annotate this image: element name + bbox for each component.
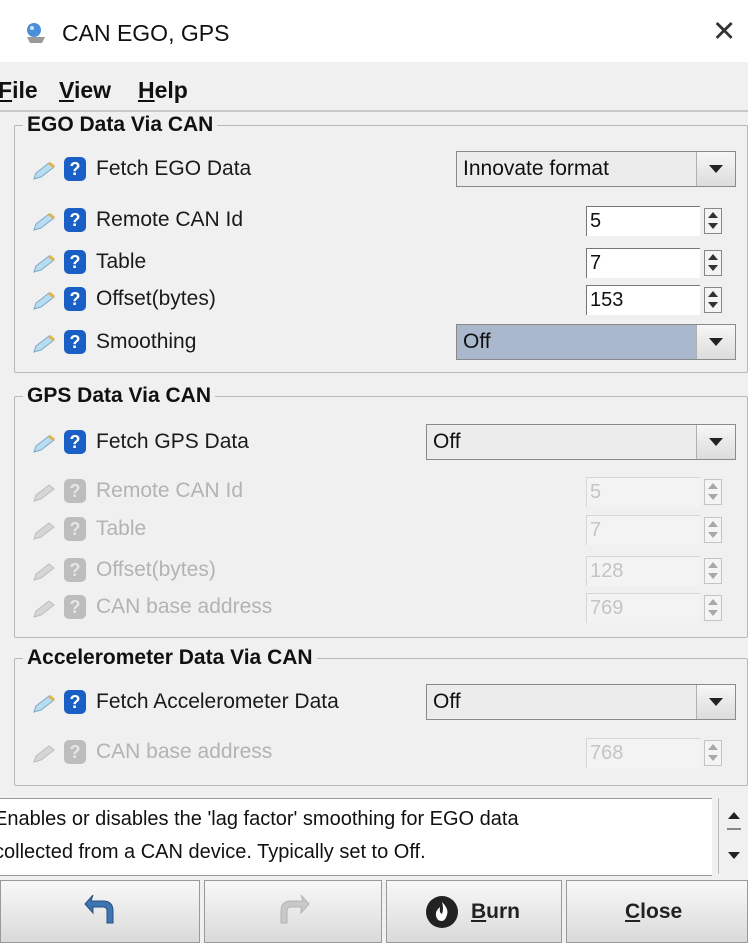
window-title: CAN EGO, GPS [62,20,230,46]
smoothing-select[interactable]: Off [456,324,736,360]
edit-icon[interactable] [32,291,56,311]
table-label: Table [96,250,147,273]
gps-remote-can-id-label: Remote CAN Id [96,479,244,502]
close-button[interactable]: Close [566,880,748,943]
help-icon[interactable]: ? [64,690,86,714]
ego-group-title: EGO Data Via CAN [27,113,214,136]
help-text-line-1: Enables or disables the 'lag factor' smo… [0,808,519,830]
accel-base-address-label: CAN base address [96,740,273,763]
close-window-icon[interactable]: ✕ [712,14,736,49]
table-field[interactable]: 7 [586,248,700,278]
edit-icon[interactable] [32,161,56,181]
fetch-ego-data-label: Fetch EGO Data [96,157,252,180]
menu-separator [0,110,748,112]
fetch-accelerometer-data-value: Off [433,690,461,713]
redo-icon [280,895,310,924]
fetch-gps-data-select[interactable]: Off [426,424,736,460]
scroll-thumb[interactable] [727,828,741,830]
help-icon: ? [64,740,86,764]
fetch-gps-data-label: Fetch GPS Data [96,430,249,453]
accel-group-title: Accelerometer Data Via CAN [27,646,313,669]
smoothing-value: Off [463,330,491,353]
undo-button[interactable] [0,880,200,943]
offset-field[interactable]: 153 [586,285,700,315]
menu-file[interactable]: File [0,77,38,104]
spinner-arrows-icon[interactable] [704,250,722,276]
gps-base-address-field: 769 [586,593,700,623]
gps-base-address-label: CAN base address [96,595,273,618]
chevron-down-icon[interactable] [696,152,735,186]
edit-icon [33,522,55,540]
help-text-line-2: collected from a CAN device. Typically s… [0,841,426,863]
help-icon[interactable]: ? [64,330,86,354]
offset-label: Offset(bytes) [96,287,216,310]
spinner-arrows-icon [704,740,722,766]
smoothing-label: Smoothing [96,330,197,353]
chevron-down-icon[interactable] [696,685,735,719]
remote-can-id-label: Remote CAN Id [96,208,244,231]
help-icon[interactable]: ? [64,287,86,311]
title-bar: CAN EGO, GPS ✕ [0,0,748,62]
burn-icon [426,896,458,928]
edit-icon [33,563,55,581]
fetch-ego-data-select[interactable]: Innovate format [456,151,736,187]
scroll-down-icon[interactable] [728,852,740,859]
edit-icon [33,745,55,763]
bottom-toolbar: Burn Close [0,880,748,943]
undo-icon [84,895,114,924]
spinner-arrows-icon[interactable] [704,287,722,313]
gps-table-field: 7 [586,515,700,545]
edit-icon[interactable] [32,334,56,354]
gps-group-title: GPS Data Via CAN [27,384,212,407]
help-icon[interactable]: ? [64,250,86,274]
help-icon: ? [64,517,86,541]
spinner-arrows-icon [704,479,722,505]
help-scrollbar[interactable] [718,798,748,874]
gps-offset-label: Offset(bytes) [96,558,216,581]
spinner-arrows-icon [704,558,722,584]
app-icon [27,23,45,43]
edit-icon[interactable] [32,212,56,232]
gps-table-label: Table [96,517,147,540]
spinner-arrows-icon [704,595,722,621]
accel-base-address-field: 768 [586,738,700,768]
fetch-accelerometer-data-select[interactable]: Off [426,684,736,720]
menu-help[interactable]: Help [138,77,188,104]
remote-can-id-field[interactable]: 5 [586,206,700,236]
edit-icon [33,600,55,618]
menu-view[interactable]: View [59,77,111,104]
redo-button [204,880,382,943]
help-icon: ? [64,558,86,582]
help-icon[interactable]: ? [64,157,86,181]
menu-bar: File View Help [0,66,748,110]
fetch-ego-data-value: Innovate format [463,157,609,180]
gps-remote-can-id-field: 5 [586,477,700,507]
fetch-gps-data-value: Off [433,430,461,453]
edit-icon[interactable] [32,694,56,714]
chevron-down-icon[interactable] [696,425,735,459]
gps-offset-field: 128 [586,556,700,586]
edit-icon[interactable] [32,254,56,274]
edit-icon [33,484,55,502]
help-icon: ? [64,595,86,619]
help-icon: ? [64,479,86,503]
burn-button[interactable]: Burn [386,880,562,943]
edit-icon[interactable] [32,434,56,454]
scroll-up-icon[interactable] [728,812,740,819]
help-icon[interactable]: ? [64,430,86,454]
help-icon[interactable]: ? [64,208,86,232]
help-text-area[interactable]: Enables or disables the 'lag factor' smo… [0,798,712,876]
spinner-arrows-icon [704,517,722,543]
chevron-down-icon[interactable] [696,325,735,359]
fetch-accelerometer-data-label: Fetch Accelerometer Data [96,690,339,713]
spinner-arrows-icon[interactable] [704,208,722,234]
